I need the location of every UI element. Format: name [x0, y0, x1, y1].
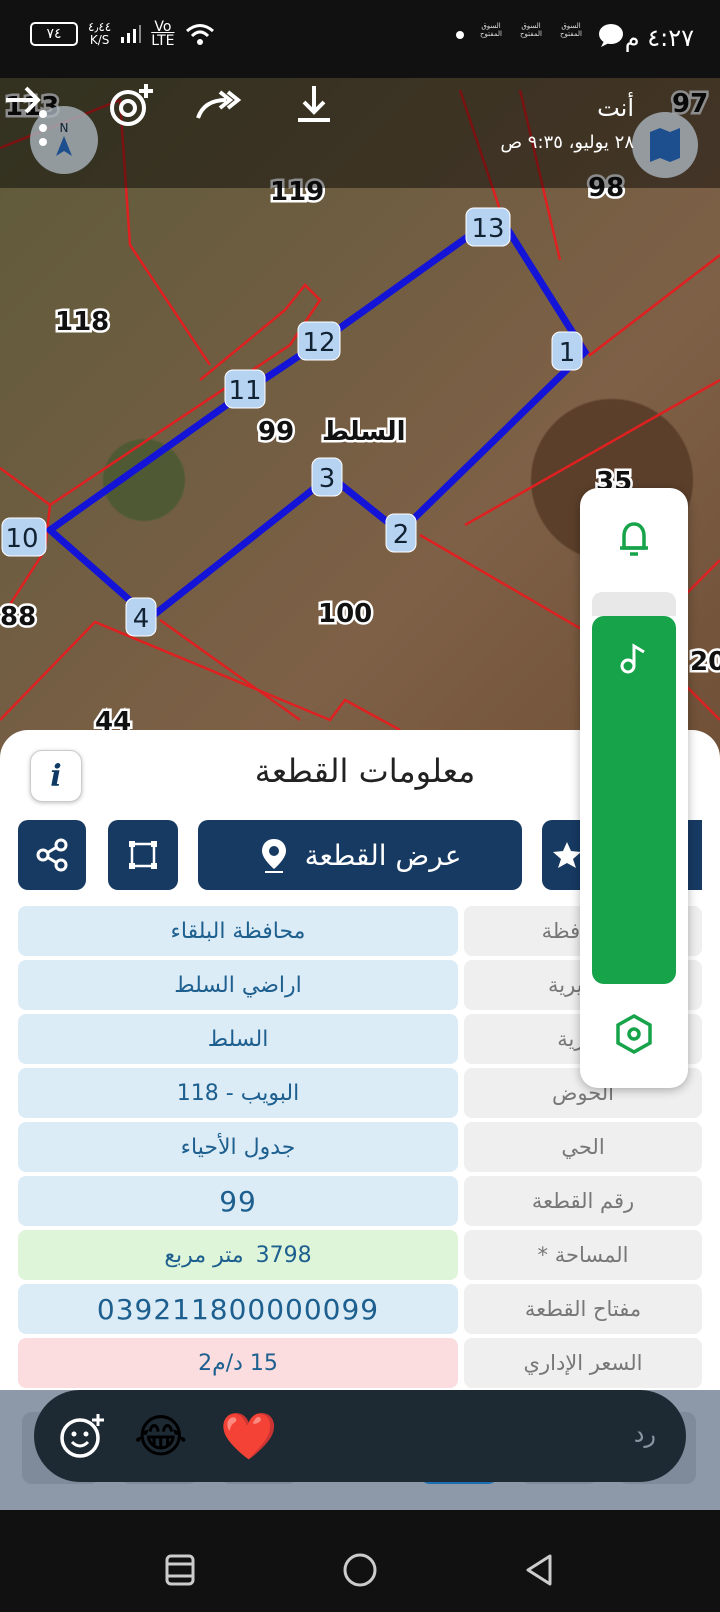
- basin-value: البويب - 118: [18, 1068, 458, 1118]
- side-action-panel: [580, 488, 688, 1088]
- net-speed: ٤٫٤٤ K/S: [88, 20, 112, 47]
- map-icon: [650, 128, 680, 162]
- dot-icon: [456, 31, 464, 39]
- polygon-icon: [129, 841, 157, 869]
- download-icon[interactable]: [286, 78, 342, 134]
- share-icon: [36, 838, 68, 872]
- parcel-number: 100: [318, 599, 372, 629]
- panel-divider: [592, 592, 676, 616]
- sound-button[interactable]: [592, 616, 676, 984]
- system-nav-bar: [0, 1532, 720, 1612]
- area-value: 3798 متر مربع: [18, 1230, 458, 1280]
- town-label: السلط: [322, 417, 406, 447]
- recents-icon[interactable]: [160, 1550, 200, 1590]
- table-row: 15 د/م2 السعر الإداري: [18, 1338, 702, 1388]
- parcel-number: 88: [0, 602, 36, 632]
- battery-icon: ٧٤: [30, 22, 78, 46]
- neighborhood-value: جدول الأحياء: [18, 1122, 458, 1172]
- parcel-number-label: رقم القطعة: [464, 1176, 702, 1226]
- admin-price-value: 15 د/م2: [18, 1338, 458, 1388]
- timestamp: ٢٨ يوليو، ٩:٣٥ ص: [500, 132, 634, 153]
- directorate-value: اراضي السلط: [18, 960, 458, 1010]
- app-notification-icon: السوق المفتوح: [480, 22, 502, 38]
- app-notification-icon: السوق المفتوح: [560, 22, 582, 38]
- area-unit: متر مربع: [164, 1242, 244, 1268]
- vertex-label: 11: [228, 376, 261, 406]
- back-icon[interactable]: [520, 1550, 560, 1590]
- add-reaction-icon[interactable]: [104, 78, 160, 134]
- table-row: 3798 متر مربع المساحة *: [18, 1230, 702, 1280]
- parcel-key-value: 039211800000099: [18, 1284, 458, 1334]
- clock: ٤:٢٧ م: [624, 24, 694, 52]
- info-icon: i: [50, 758, 62, 794]
- polygon-button[interactable]: [108, 820, 178, 890]
- music-note-icon: [620, 643, 645, 674]
- home-icon[interactable]: [340, 1550, 380, 1590]
- share-button[interactable]: [18, 820, 86, 890]
- sender-name: أنت: [597, 94, 634, 122]
- parcel-number: 20: [690, 647, 720, 677]
- parcel-key-label: مفتاح القطعة: [464, 1284, 702, 1334]
- vertex-label: 12: [302, 328, 335, 358]
- info-button[interactable]: i: [30, 750, 82, 802]
- svg-text:N: N: [60, 121, 69, 135]
- vertex-label: 1: [559, 338, 576, 368]
- admin-price-label: السعر الإداري: [464, 1338, 702, 1388]
- status-bar: ٧٤ ٤٫٤٤ K/S Vo LTE السوق المفتوح السوق ا…: [0, 0, 720, 78]
- table-row: جدول الأحياء الحي: [18, 1122, 702, 1172]
- parcel-number: 99: [258, 417, 294, 447]
- parcel-number: 118: [55, 307, 109, 337]
- settings-hex-icon[interactable]: [610, 1010, 658, 1058]
- bell-icon[interactable]: [610, 514, 658, 562]
- show-parcel-button[interactable]: عرض القطعة: [198, 820, 522, 890]
- add-emoji-icon[interactable]: [56, 1410, 108, 1462]
- laugh-emoji[interactable]: 😂: [134, 1408, 188, 1464]
- volte-icon: Vo LTE: [151, 19, 175, 49]
- vertex-label: 4: [133, 604, 150, 634]
- map-layers-button[interactable]: [632, 112, 698, 178]
- notification-icons: السوق المفتوح السوق المفتوح السوق المفتو…: [456, 22, 624, 48]
- heart-emoji[interactable]: ❤️: [220, 1408, 277, 1464]
- location-pin-icon: [261, 839, 286, 873]
- chat-icon: [599, 24, 623, 47]
- back-arrow-icon[interactable]: [0, 78, 44, 122]
- area-label: المساحة *: [464, 1230, 702, 1280]
- vertex-label: 3: [319, 464, 336, 494]
- reaction-bar: 😂 ❤️ رد: [34, 1390, 686, 1482]
- signal-icon: [121, 25, 142, 43]
- vertex-label: 2: [393, 520, 410, 550]
- reply-input[interactable]: رد: [634, 1420, 656, 1448]
- wifi-icon: [185, 24, 214, 45]
- area-number: 3798: [255, 1242, 312, 1268]
- app-notification-icon: السوق المفتوح: [520, 22, 542, 38]
- forward-icon[interactable]: [190, 78, 246, 134]
- sheet-title: معلومات القطعة: [254, 752, 476, 790]
- parcel-number-value: 99: [18, 1176, 458, 1226]
- map-header: N أنت ٢٨ يوليو، ٩:٣٥ ص: [0, 78, 720, 188]
- vertex-label: 13: [471, 214, 504, 244]
- neighborhood-label: الحي: [464, 1122, 702, 1172]
- vertex-label: 10: [5, 524, 38, 554]
- village-value: السلط: [18, 1014, 458, 1064]
- star-icon: [553, 842, 581, 868]
- governorate-value: محافظة البلقاء: [18, 906, 458, 956]
- status-left-icons: ٧٤ ٤٫٤٤ K/S Vo LTE: [30, 20, 215, 48]
- table-row: 99 رقم القطعة: [18, 1176, 702, 1226]
- table-row: 039211800000099 مفتاح القطعة: [18, 1284, 702, 1334]
